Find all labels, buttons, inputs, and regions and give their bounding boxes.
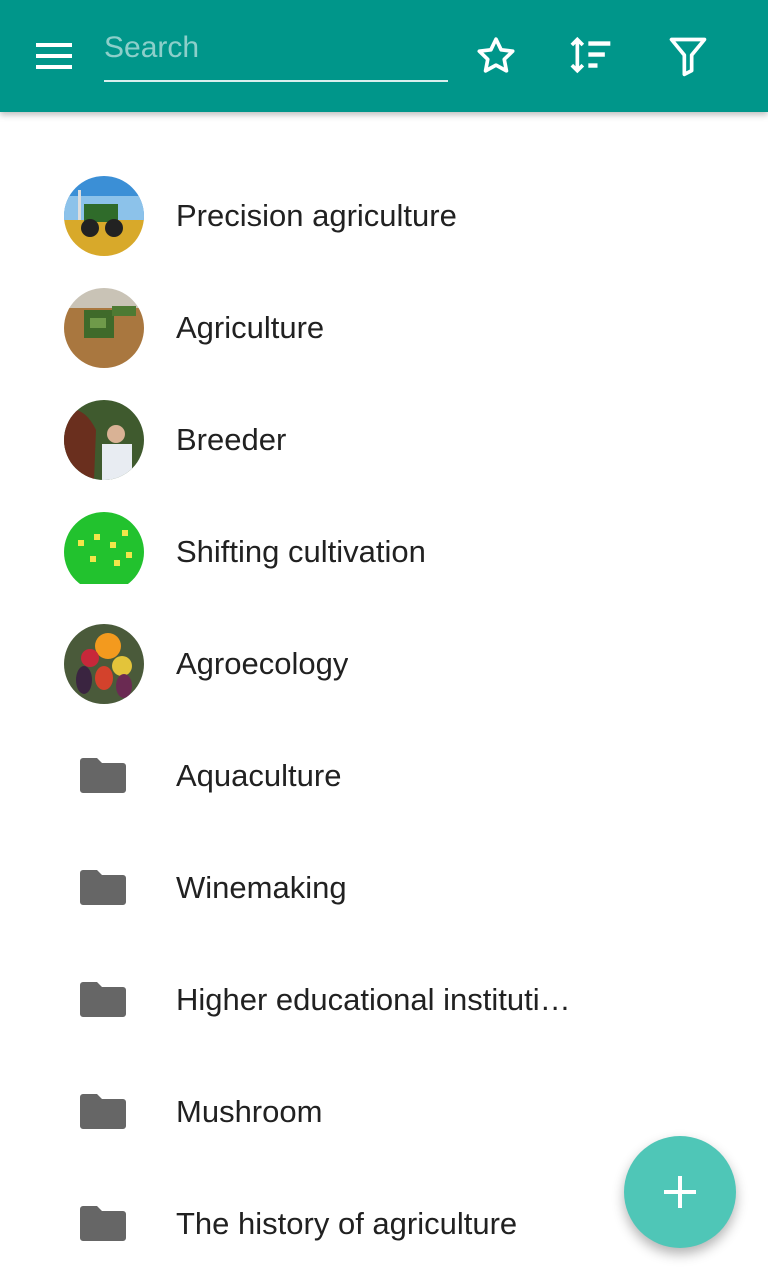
add-button[interactable]: [624, 1136, 736, 1248]
app-bar: [0, 0, 768, 112]
plus-icon: [664, 1176, 696, 1208]
folder-icon: [80, 982, 126, 1017]
list-item[interactable]: Shifting cultivation: [0, 496, 768, 608]
item-label: Agriculture: [176, 310, 325, 345]
menu-icon: [36, 43, 72, 69]
list-item[interactable]: Precision agriculture: [0, 160, 768, 272]
item-thumbnail: [64, 288, 144, 368]
search-input[interactable]: [104, 24, 448, 82]
item-thumbnail: [64, 176, 144, 256]
item-label: The history of agriculture: [176, 1206, 518, 1241]
list-item[interactable]: Winemaking: [0, 832, 768, 944]
item-label: Winemaking: [176, 870, 347, 905]
filter-button[interactable]: [660, 28, 716, 84]
folder-icon: [80, 870, 126, 905]
list-item[interactable]: Breeder: [0, 384, 768, 496]
item-label: Precision agriculture: [176, 198, 457, 233]
item-thumbnail: [64, 400, 144, 480]
item-label: Aquaculture: [176, 758, 342, 793]
menu-button[interactable]: [24, 32, 88, 80]
item-thumbnail: [64, 512, 144, 592]
list-item[interactable]: Agroecology: [0, 608, 768, 720]
sort-icon: [570, 36, 611, 74]
item-list: Precision agriculture Agriculture Breede…: [0, 160, 768, 1280]
list-item[interactable]: Aquaculture: [0, 720, 768, 832]
item-label: Agroecology: [176, 646, 349, 681]
favorites-button[interactable]: [468, 28, 524, 84]
item-label: Shifting cultivation: [176, 534, 426, 569]
item-label: Higher educational instituti…: [176, 982, 571, 1017]
folder-icon: [80, 1094, 126, 1129]
item-label: Breeder: [176, 422, 287, 457]
list-item[interactable]: Agriculture: [0, 272, 768, 384]
item-thumbnail: [64, 624, 144, 704]
sort-button[interactable]: [564, 28, 620, 84]
folder-icon: [80, 758, 126, 793]
star-outline-icon: [477, 37, 515, 73]
item-label: Mushroom: [176, 1094, 323, 1129]
folder-icon: [80, 1206, 126, 1241]
filter-icon: [669, 37, 707, 77]
list-item[interactable]: Higher educational instituti…: [0, 944, 768, 1056]
